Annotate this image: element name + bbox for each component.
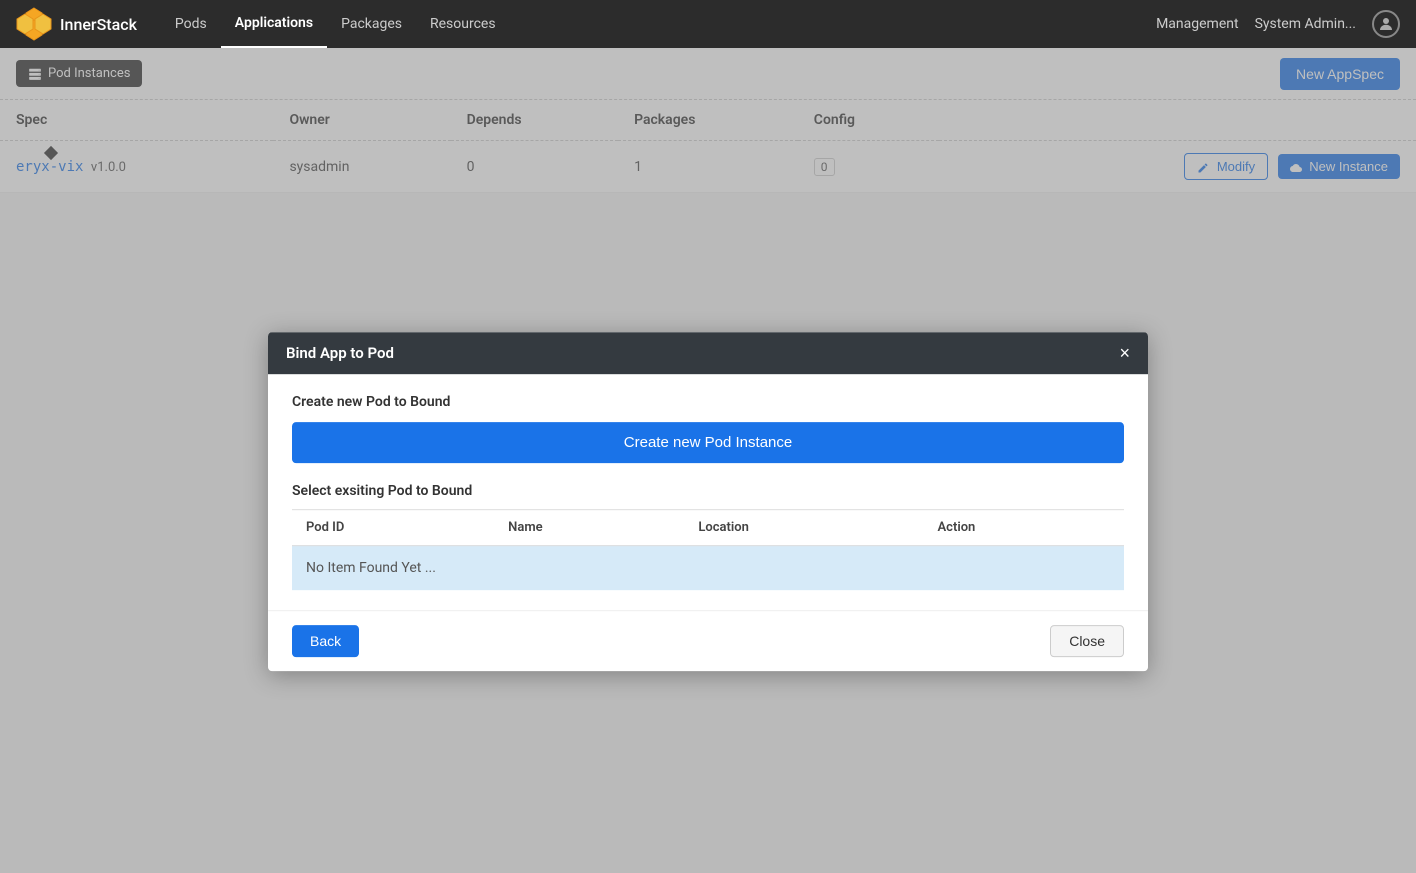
brand: InnerStack <box>16 6 137 42</box>
close-button[interactable]: Close <box>1050 625 1124 657</box>
management-link[interactable]: Management <box>1156 16 1238 32</box>
back-button[interactable]: Back <box>292 625 359 657</box>
pod-col-location: Location <box>684 509 923 545</box>
nav-packages[interactable]: Packages <box>327 0 416 48</box>
nav-resources[interactable]: Resources <box>416 0 510 48</box>
pod-table: Pod ID Name Location Action No Item Foun… <box>292 509 1124 590</box>
logo-icon <box>16 6 52 42</box>
pod-col-id: Pod ID <box>292 509 494 545</box>
nav-links: Pods Applications Packages Resources <box>161 0 1156 48</box>
no-item-text: No Item Found Yet ... <box>292 545 1124 590</box>
pod-table-header: Pod ID Name Location Action <box>292 509 1124 545</box>
modal-title: Bind App to Pod <box>286 344 394 362</box>
pod-table-body: No Item Found Yet ... <box>292 545 1124 590</box>
user-avatar-icon[interactable] <box>1372 10 1400 38</box>
create-new-label: Create new Pod to Bound <box>292 394 1124 410</box>
sysadmin-link[interactable]: System Admin... <box>1255 16 1356 32</box>
modal-footer: Back Close <box>268 610 1148 671</box>
no-item-row: No Item Found Yet ... <box>292 545 1124 590</box>
pod-col-action: Action <box>924 509 1125 545</box>
brand-name: InnerStack <box>60 15 137 34</box>
nav-applications[interactable]: Applications <box>221 0 327 48</box>
page-area: Pod Instances New AppSpec Spec Owner Dep… <box>0 48 1416 873</box>
pod-col-name: Name <box>494 509 684 545</box>
bind-app-modal: Bind App to Pod × Create new Pod to Boun… <box>268 332 1148 671</box>
modal-header: Bind App to Pod × <box>268 332 1148 374</box>
create-pod-instance-button[interactable]: Create new Pod Instance <box>292 422 1124 463</box>
modal-body: Create new Pod to Bound Create new Pod I… <box>268 374 1148 610</box>
select-existing-label: Select exsiting Pod to Bound <box>292 483 1124 499</box>
nav-pods[interactable]: Pods <box>161 0 221 48</box>
navbar: InnerStack Pods Applications Packages Re… <box>0 0 1416 48</box>
modal-close-button[interactable]: × <box>1119 344 1130 362</box>
nav-right: Management System Admin... <box>1156 10 1400 38</box>
